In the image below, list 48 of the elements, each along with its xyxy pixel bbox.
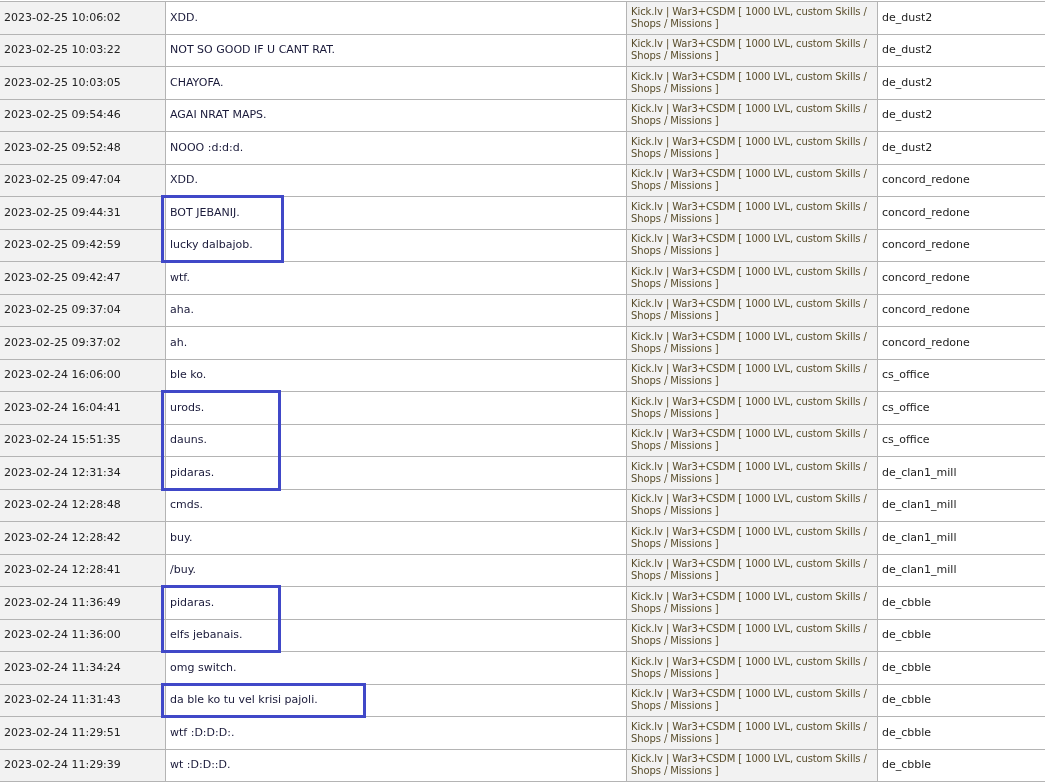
server-cell: Kick.lv | War3+CSDM [ 1000 LVL, custom Skills / Shops / Missions ] — [627, 619, 878, 651]
timestamp-cell: 2023-02-24 12:31:34 — [0, 457, 166, 489]
timestamp-cell: 2023-02-24 11:36:00 — [0, 619, 166, 651]
timestamp-cell: 2023-02-25 09:47:04 — [0, 164, 166, 196]
server-cell: Kick.lv | War3+CSDM [ 1000 LVL, custom Skills / Shops / Missions ] — [627, 164, 878, 196]
timestamp-cell: 2023-02-24 12:28:42 — [0, 522, 166, 554]
server-cell: Kick.lv | War3+CSDM [ 1000 LVL, custom Skills / Shops / Missions ] — [627, 392, 878, 424]
timestamp-cell: 2023-02-25 09:37:02 — [0, 327, 166, 359]
timestamp-cell: 2023-02-25 10:06:02 — [0, 2, 166, 34]
timestamp-cell: 2023-02-24 11:29:51 — [0, 717, 166, 749]
server-cell: Kick.lv | War3+CSDM [ 1000 LVL, custom Skills / Shops / Missions ] — [627, 327, 878, 359]
server-cell: Kick.lv | War3+CSDM [ 1000 LVL, custom Skills / Shops / Missions ] — [627, 457, 878, 489]
timestamp-cell: 2023-02-24 11:34:24 — [0, 652, 166, 684]
server-cell: Kick.lv | War3+CSDM [ 1000 LVL, custom Skills / Shops / Missions ] — [627, 229, 878, 261]
server-cell: Kick.lv | War3+CSDM [ 1000 LVL, custom Skills / Shops / Missions ] — [627, 99, 878, 131]
server-cell: Kick.lv | War3+CSDM [ 1000 LVL, custom Skills / Shops / Missions ] — [627, 587, 878, 619]
server-cell: Kick.lv | War3+CSDM [ 1000 LVL, custom Skills / Shops / Missions ] — [627, 554, 878, 586]
timestamp-cell: 2023-02-25 10:03:22 — [0, 34, 166, 66]
server-cell: Kick.lv | War3+CSDM [ 1000 LVL, custom Skills / Shops / Missions ] — [627, 359, 878, 391]
server-cell: Kick.lv | War3+CSDM [ 1000 LVL, custom Skills / Shops / Missions ] — [627, 262, 878, 294]
timestamp-cell: 2023-02-24 12:28:41 — [0, 554, 166, 586]
timestamp-cell: 2023-02-24 15:51:35 — [0, 424, 166, 456]
timestamp-cell: 2023-02-24 16:06:00 — [0, 359, 166, 391]
timestamp-cell: 2023-02-24 16:04:41 — [0, 392, 166, 424]
server-cell: Kick.lv | War3+CSDM [ 1000 LVL, custom Skills / Shops / Missions ] — [627, 749, 878, 781]
timestamp-cell: 2023-02-24 11:31:43 — [0, 684, 166, 716]
timestamp-cell: 2023-02-24 12:28:48 — [0, 489, 166, 521]
server-cell: Kick.lv | War3+CSDM [ 1000 LVL, custom Skills / Shops / Missions ] — [627, 67, 878, 99]
server-cell: Kick.lv | War3+CSDM [ 1000 LVL, custom Skills / Shops / Missions ] — [627, 522, 878, 554]
timestamp-cell: 2023-02-25 09:42:59 — [0, 229, 166, 261]
server-cell: Kick.lv | War3+CSDM [ 1000 LVL, custom Skills / Shops / Missions ] — [627, 717, 878, 749]
timestamp-cell: 2023-02-25 09:37:04 — [0, 294, 166, 326]
timestamp-cell: 2023-02-24 11:36:49 — [0, 587, 166, 619]
server-cell: Kick.lv | War3+CSDM [ 1000 LVL, custom Skills / Shops / Missions ] — [627, 424, 878, 456]
timestamp-cell: 2023-02-25 09:44:31 — [0, 197, 166, 229]
timestamp-cell: 2023-02-24 11:29:39 — [0, 749, 166, 781]
timestamp-cell: 2023-02-25 09:42:47 — [0, 262, 166, 294]
server-cell: Kick.lv | War3+CSDM [ 1000 LVL, custom Skills / Shops / Missions ] — [627, 34, 878, 66]
server-cell: Kick.lv | War3+CSDM [ 1000 LVL, custom Skills / Shops / Missions ] — [627, 2, 878, 34]
server-cell: Kick.lv | War3+CSDM [ 1000 LVL, custom Skills / Shops / Missions ] — [627, 197, 878, 229]
timestamp-cell: 2023-02-25 10:03:05 — [0, 67, 166, 99]
server-cell: Kick.lv | War3+CSDM [ 1000 LVL, custom Skills / Shops / Missions ] — [627, 652, 878, 684]
server-cell: Kick.lv | War3+CSDM [ 1000 LVL, custom Skills / Shops / Missions ] — [627, 294, 878, 326]
server-cell: Kick.lv | War3+CSDM [ 1000 LVL, custom Skills / Shops / Missions ] — [627, 684, 878, 716]
server-cell: Kick.lv | War3+CSDM [ 1000 LVL, custom Skills / Shops / Missions ] — [627, 132, 878, 164]
server-cell: Kick.lv | War3+CSDM [ 1000 LVL, custom Skills / Shops / Missions ] — [627, 489, 878, 521]
timestamp-cell: 2023-02-25 09:54:46 — [0, 99, 166, 131]
timestamp-cell: 2023-02-25 09:52:48 — [0, 132, 166, 164]
